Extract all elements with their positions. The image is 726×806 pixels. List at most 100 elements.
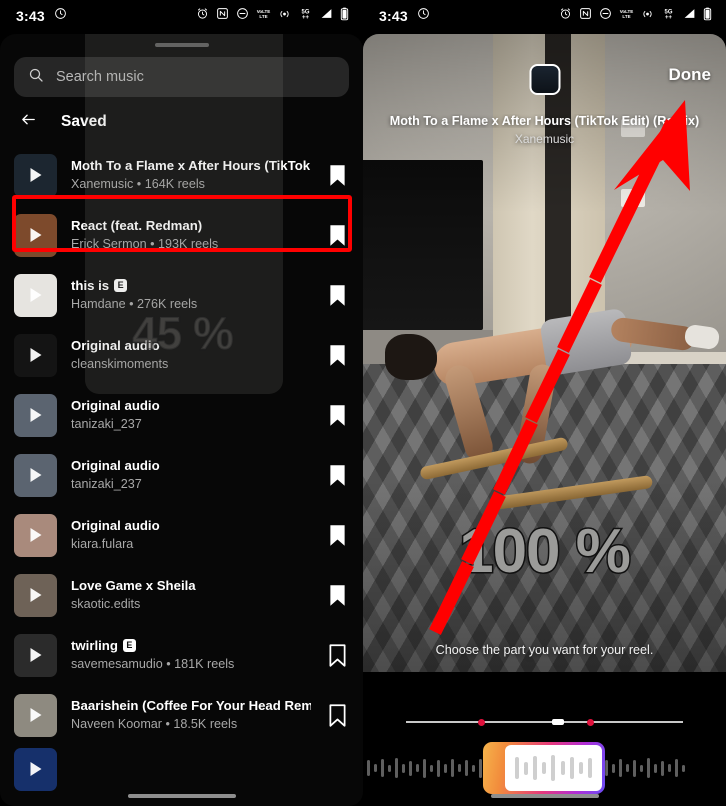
home-indicator-right[interactable] (490, 794, 599, 798)
track-subtitle: tanizaki_237 (71, 477, 142, 492)
play-icon (30, 228, 41, 242)
waveform-bar (682, 764, 685, 772)
track-row[interactable]: Moth To a Flame x After Hours (TikTok Ed… (0, 145, 363, 205)
track-row[interactable]: twirling E savemesamudio • 181K reels (0, 625, 363, 685)
bookmark-outline-icon[interactable] (325, 643, 349, 667)
track-row[interactable]: Original audio tanizaki_237 (0, 385, 363, 445)
bookmark-filled-icon[interactable] (325, 284, 349, 307)
audio-trim-screen: Done Moth To a Flame x After Hours (TikT… (363, 34, 726, 806)
svg-text:++: ++ (665, 15, 672, 20)
bookmark-filled-icon[interactable] (325, 224, 349, 247)
track-row[interactable] (0, 745, 363, 793)
right-phone-screenshot: 3:43 VoLTE LTE 5G ++ Done Moth To a Flam… (363, 0, 726, 806)
track-thumbnail (14, 453, 57, 497)
timeline-marker-dot[interactable] (587, 718, 594, 726)
alarm-icon (196, 7, 209, 25)
track-meta: Original audio kiara.fulara (71, 518, 311, 553)
video-percent-overlay: 100 % (458, 516, 633, 588)
do-not-disturb-icon (236, 7, 249, 25)
trim-waveform-bar (523, 761, 528, 775)
track-title: Love Game x Sheila (71, 577, 196, 593)
track-row[interactable]: Original audio cleanskimoments (0, 325, 363, 385)
nfc-icon (216, 7, 229, 25)
trim-waveform-bar (551, 755, 556, 781)
bookmark-filled-icon[interactable] (325, 464, 349, 487)
audio-trimmer[interactable] (363, 739, 726, 797)
bookmark-filled-icon[interactable] (325, 524, 349, 547)
play-icon (30, 288, 41, 302)
bookmark-filled-icon[interactable] (325, 164, 349, 187)
svg-text:VoLTE: VoLTE (620, 9, 634, 14)
track-thumbnail (14, 513, 57, 557)
battery-icon (703, 7, 712, 26)
bookmark-filled-icon[interactable] (325, 344, 349, 367)
track-row[interactable]: Original audio kiara.fulara (0, 505, 363, 565)
timeline-playhead[interactable] (552, 719, 564, 725)
waveform-bar (465, 760, 468, 776)
play-icon (30, 762, 41, 776)
page-title: Saved (61, 113, 107, 130)
play-icon (30, 588, 41, 602)
home-indicator-left[interactable] (127, 794, 236, 798)
trim-waveform-bar (560, 761, 565, 775)
play-icon (30, 708, 41, 722)
explicit-badge: E (114, 279, 128, 293)
waveform-bar (451, 759, 454, 777)
waveform-bar (479, 758, 482, 778)
5g-icon: 5G ++ (298, 7, 313, 25)
waveform-bar (367, 760, 370, 776)
battery-icon (340, 7, 349, 26)
status-bar-right-group: VoLTE LTE 5G ++ (196, 7, 349, 26)
back-arrow-icon[interactable] (18, 111, 39, 133)
search-input[interactable]: Search music (14, 57, 349, 97)
track-row[interactable]: Love Game x Sheila skaotic.edits (0, 565, 363, 625)
waveform-bar (668, 764, 671, 772)
track-title: this is E (71, 278, 311, 295)
track-thumbnail (14, 573, 57, 617)
trim-waveform-bar (533, 756, 538, 780)
audio-trim-selection[interactable] (483, 742, 605, 794)
done-button[interactable]: Done (669, 65, 712, 85)
record-indicator-icon (54, 7, 67, 25)
track-thumbnail (14, 393, 57, 437)
clip-timeline[interactable] (363, 716, 726, 728)
signal-bars-icon (320, 7, 333, 25)
saved-music-list[interactable]: Moth To a Flame x After Hours (TikTok Ed… (0, 145, 363, 793)
waveform-bar (402, 763, 405, 773)
timeline-marker-dot[interactable] (478, 718, 485, 726)
waveform-bar (675, 759, 678, 777)
track-row[interactable]: Baarishein (Coffee For Your Head Remix) … (0, 685, 363, 745)
track-meta: Original audio cleanskimoments (71, 338, 311, 373)
waveform-bar (605, 760, 608, 776)
track-row[interactable]: this is E Hamdane • 276K reels (0, 265, 363, 325)
bookmark-outline-icon[interactable] (325, 703, 349, 727)
play-icon (30, 528, 41, 542)
song-title: Moth To a Flame x After Hours (TikTok Ed… (389, 114, 700, 128)
track-row[interactable]: React (feat. Redman) Erick Sermon • 193K … (0, 205, 363, 265)
trim-waveform-bar (569, 757, 574, 779)
track-row[interactable]: Original audio tanizaki_237 (0, 445, 363, 505)
play-icon (30, 648, 41, 662)
track-title: React (feat. Redman) (71, 217, 203, 233)
bookmark-filled-icon[interactable] (325, 404, 349, 427)
waveform-bar (430, 764, 433, 772)
trim-waveform-bar (588, 758, 593, 778)
play-icon (30, 468, 41, 482)
track-meta: Original audio tanizaki_237 (71, 398, 311, 433)
waveform-bar (472, 764, 475, 772)
waveform-bar (444, 763, 447, 773)
search-area: Search music (0, 47, 363, 97)
waveform-bar (626, 764, 629, 772)
bookmark-filled-icon[interactable] (325, 584, 349, 607)
trim-selection-waveform (505, 745, 602, 791)
waveform-bar (458, 764, 461, 772)
timeline-track (406, 721, 683, 723)
track-thumbnail (14, 747, 57, 791)
waveform-bar (661, 760, 664, 776)
waveform-bar (395, 758, 398, 778)
track-subtitle: cleanskimoments (71, 357, 169, 372)
music-picker-sheet: Search music Saved Moth To a Flame x Aft… (0, 34, 363, 806)
track-meta: Moth To a Flame x After Hours (TikTok Ed… (71, 158, 311, 193)
album-art-thumbnail[interactable] (529, 64, 560, 95)
trim-hint-text: Choose the part you want for your reel. (435, 643, 654, 657)
